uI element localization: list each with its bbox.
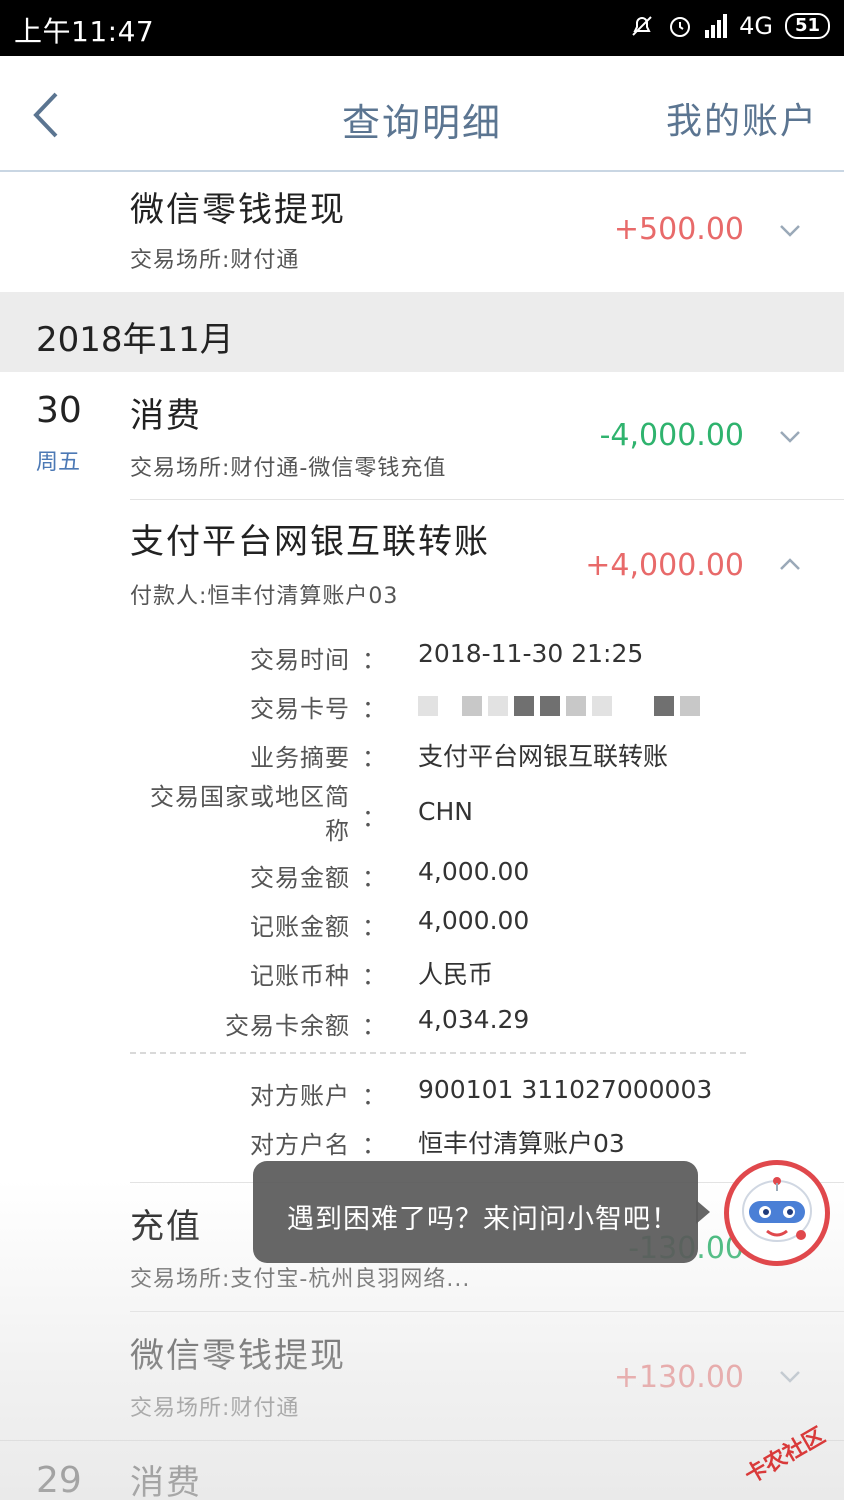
detail-colon: ： xyxy=(362,1012,386,1040)
transaction-row-expanded[interactable]: 支付平台网银互联转账 付款人:恒丰付清算账户03 +4,000.00 xyxy=(0,500,844,620)
month-header: 2018年11月 xyxy=(0,292,844,372)
detail-value: 4,034.29 xyxy=(418,1005,530,1034)
transaction-name: 消费 xyxy=(130,1463,202,1500)
transaction-row[interactable]: 微信零钱提现 交易场所:财付通 +500.00 xyxy=(0,174,844,292)
transaction-amount: -4,000.00 xyxy=(599,418,744,453)
detail-value: 2018-11-30 21:25 xyxy=(418,639,644,668)
chevron-down-icon[interactable] xyxy=(778,424,802,448)
transaction-name: 消费 xyxy=(130,396,202,436)
transaction-row[interactable]: 消费 交易场所:财付通-微信零钱充值 -4,000.00 xyxy=(0,372,844,500)
transaction-location: 交易场所:财付通-微信零钱充值 xyxy=(130,456,447,481)
alarm-icon xyxy=(670,17,691,37)
detail-value: 恒丰付清算账户03 xyxy=(418,1129,625,1158)
detail-colon: ： xyxy=(362,864,386,892)
detail-label: 记账金额 xyxy=(250,913,350,941)
robot-assistant-icon[interactable] xyxy=(724,1160,830,1266)
status-bar: 上午11:47 4G 51 xyxy=(0,0,844,56)
watermark-text: 卡农社区 xyxy=(740,1423,830,1489)
detail-label: 交易金额 xyxy=(250,864,350,892)
detail-colon: ： xyxy=(362,646,386,674)
detail-value: CHN xyxy=(418,797,473,826)
detail-colon: ： xyxy=(362,804,386,832)
detail-label: 交易国家或地区简称 xyxy=(150,783,350,845)
status-time: 上午11:47 xyxy=(14,15,155,48)
chevron-up-icon[interactable] xyxy=(778,552,802,576)
assistant-tooltip[interactable]: 遇到困难了吗？来问问小智吧！ xyxy=(253,1161,698,1263)
detail-value: 4,000.00 xyxy=(418,906,530,935)
network-type: 4G xyxy=(739,12,773,40)
transaction-location: 交易场所:财付通 xyxy=(130,1396,300,1421)
detail-label: 交易卡余额 xyxy=(225,1012,350,1040)
detail-colon: ： xyxy=(362,695,386,723)
transaction-name: 充值 xyxy=(130,1207,202,1247)
transaction-amount: +4,000.00 xyxy=(585,548,744,583)
transaction-amount: +130.00 xyxy=(613,1360,744,1395)
month-label: 2018年11月 xyxy=(36,320,234,360)
battery-icon: 51 xyxy=(784,13,830,39)
transaction-payer: 付款人:恒丰付清算账户03 xyxy=(130,584,399,609)
detail-value: 支付平台网银互联转账 xyxy=(418,742,669,771)
detail-label: 对方户名 xyxy=(250,1131,350,1159)
transaction-name: 微信零钱提现 xyxy=(130,190,346,230)
detail-label: 记账币种 xyxy=(250,962,350,990)
chevron-down-icon[interactable] xyxy=(778,1364,802,1388)
masked-card-number xyxy=(418,696,700,716)
my-account-link[interactable]: 我的账户 xyxy=(666,92,818,144)
detail-label: 交易时间 xyxy=(250,646,350,674)
transaction-location: 交易场所:财付通 xyxy=(130,248,300,273)
signal-icon xyxy=(705,14,728,38)
transaction-name: 支付平台网银互联转账 xyxy=(130,522,490,562)
detail-value: 900101 311027000003 xyxy=(418,1075,713,1104)
detail-colon: ： xyxy=(362,913,386,941)
detail-colon: ： xyxy=(362,1131,386,1159)
detail-colon: ： xyxy=(362,1082,386,1110)
tooltip-tail xyxy=(696,1200,710,1224)
detail-label: 交易卡号 xyxy=(250,695,350,723)
nav-header: 查询明细 我的账户 xyxy=(0,56,844,172)
detail-value: 4,000.00 xyxy=(418,857,530,886)
detail-label: 业务摘要 xyxy=(250,744,350,772)
mute-icon xyxy=(632,16,652,36)
detail-colon: ： xyxy=(362,744,386,772)
transaction-location: 交易场所:支付宝-杭州良羽网络... xyxy=(130,1267,471,1292)
detail-colon: ： xyxy=(362,962,386,990)
watermark-logo: 卡农社区 xyxy=(714,1418,834,1489)
tooltip-text: 遇到困难了吗？来问问小智吧！ xyxy=(287,1204,679,1235)
status-icons: 4G 51 xyxy=(629,12,830,40)
detail-label: 对方账户 xyxy=(250,1082,350,1110)
transaction-amount: +500.00 xyxy=(613,212,744,247)
chevron-down-icon[interactable] xyxy=(778,218,802,242)
dashed-divider xyxy=(130,1052,746,1054)
detail-value: 人民币 xyxy=(418,960,494,989)
transaction-name: 微信零钱提现 xyxy=(130,1336,346,1376)
